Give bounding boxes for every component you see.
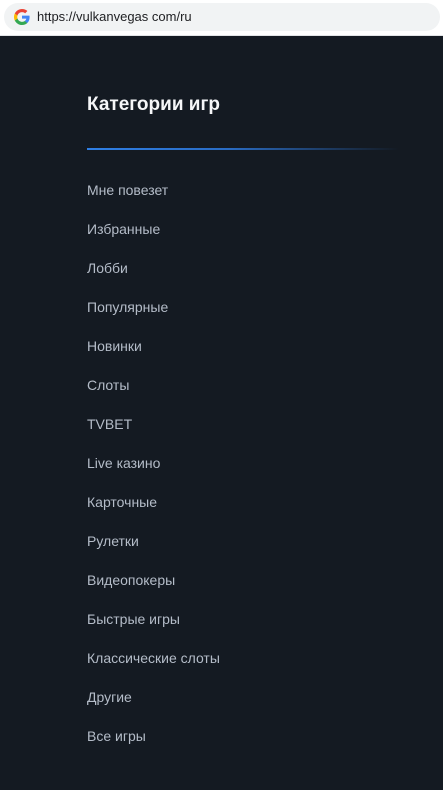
category-link-all-games[interactable]: Все игры [87, 727, 220, 766]
category-link-lucky[interactable]: Мне повезет [87, 181, 220, 220]
category-link-fast-games[interactable]: Быстрые игры [87, 610, 220, 649]
address-bar[interactable]: https://vulkanvegas com/ru [4, 3, 440, 31]
category-link-card-games[interactable]: Карточные [87, 493, 220, 532]
category-link-popular[interactable]: Популярные [87, 298, 220, 337]
category-link-new[interactable]: Новинки [87, 337, 220, 376]
categories-title: Категории игр [87, 94, 220, 115]
url-text[interactable]: https://vulkanvegas com/ru [37, 9, 192, 25]
google-g-icon [14, 9, 30, 25]
category-link-other[interactable]: Другие [87, 688, 220, 727]
category-link-tvbet[interactable]: TVBET [87, 415, 220, 454]
category-link-live-casino[interactable]: Live казино [87, 454, 220, 493]
page-content: Категории игр Мне повезет Избранные Лобб… [0, 36, 443, 790]
category-link-lobby[interactable]: Лобби [87, 259, 220, 298]
categories-list: Мне повезет Избранные Лобби Популярные Н… [87, 181, 220, 766]
browser-toolbar: https://vulkanvegas com/ru [0, 0, 443, 36]
category-link-classic-slots[interactable]: Классические слоты [87, 649, 220, 688]
category-link-slots[interactable]: Слоты [87, 376, 220, 415]
category-link-roulette[interactable]: Рулетки [87, 532, 220, 571]
category-link-video-poker[interactable]: Видеопокеры [87, 571, 220, 610]
category-link-favorites[interactable]: Избранные [87, 220, 220, 259]
title-underline [87, 148, 399, 150]
